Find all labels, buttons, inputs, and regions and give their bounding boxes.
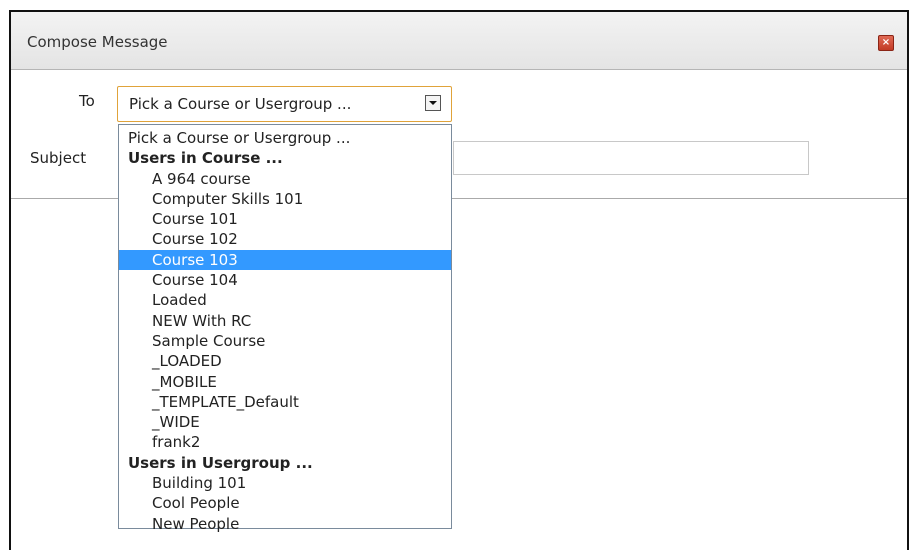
close-icon[interactable]: × [878,35,894,51]
dropdown-group-header: Users in Course ... [128,149,283,168]
to-select[interactable]: Pick a Course or Usergroup ... [117,86,452,122]
dropdown-option[interactable]: Course 101 [119,209,451,229]
dropdown-option[interactable]: _WIDE [119,412,451,432]
dropdown-option[interactable]: New People [119,514,451,534]
dropdown-option[interactable]: Pick a Course or Usergroup ... [119,128,451,148]
dropdown-option[interactable]: Loaded [119,290,451,310]
dropdown-option[interactable]: A 964 course [119,169,451,189]
dropdown-option[interactable]: Building 101 [119,473,451,493]
dropdown-option[interactable]: Computer Skills 101 [119,189,451,209]
dropdown-option[interactable]: Cool People [119,493,451,513]
dropdown-option[interactable]: _MOBILE [119,372,451,392]
dropdown-option[interactable]: Course 102 [119,229,451,249]
dropdown-option[interactable]: Sample Course [119,331,451,351]
to-dropdown-list: Pick a Course or Usergroup ... Users in C… [118,124,452,533]
chevron-down-icon[interactable] [425,95,441,111]
dialog-titlebar: Compose Message × [11,12,907,70]
dropdown-option[interactable]: Course 103 [119,249,451,271]
dropdown-option[interactable]: _LOADED [119,351,451,371]
dropdown-option[interactable]: frank2 [119,432,451,452]
to-label: To [79,92,95,110]
dropdown-option[interactable]: _TEMPLATE_Default [119,392,451,412]
subject-input[interactable] [453,141,809,175]
dropdown-group-header: Users in Usergroup ... [128,453,313,472]
to-select-value: Pick a Course or Usergroup ... [129,95,352,113]
dropdown-option[interactable]: NEW With RC [119,311,451,331]
dialog-title: Compose Message [27,33,168,51]
dropdown-option[interactable]: Course 104 [119,270,451,290]
subject-label: Subject [30,149,87,167]
